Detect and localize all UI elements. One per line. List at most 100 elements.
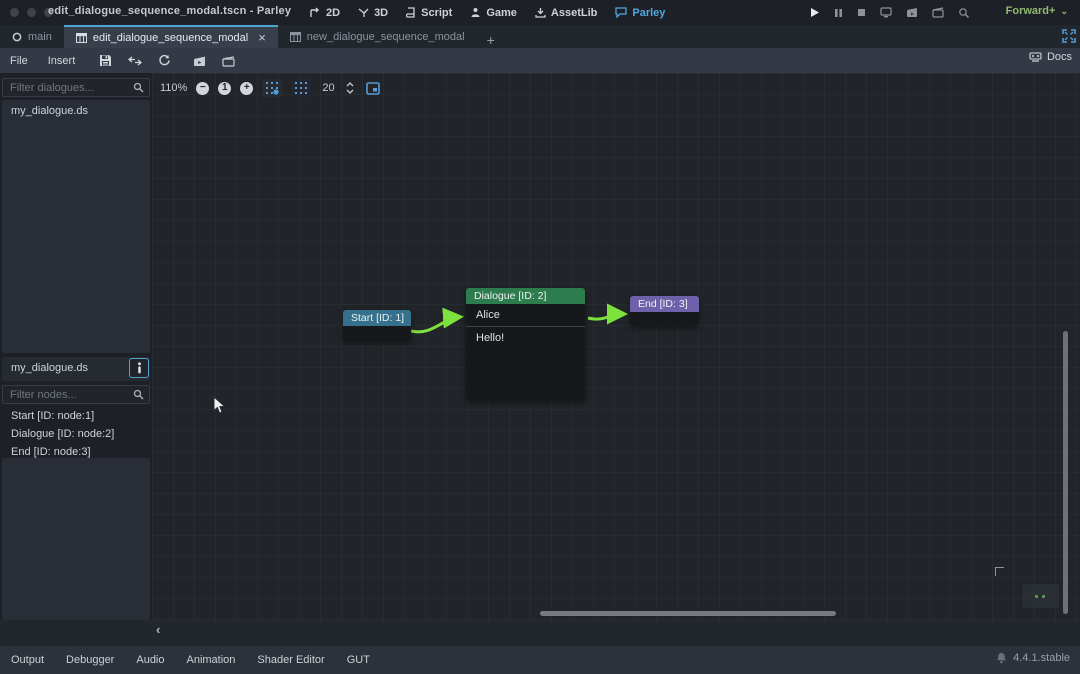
node-list-item-dialogue[interactable]: Dialogue [ID: node:2] bbox=[2, 425, 150, 443]
add-scene-tab-button[interactable]: + bbox=[477, 32, 505, 48]
save-button[interactable] bbox=[91, 54, 120, 67]
grid-toggle-button[interactable] bbox=[291, 79, 311, 97]
search-icon bbox=[133, 82, 145, 94]
record-dialogue-clapper-button[interactable] bbox=[214, 55, 243, 67]
tab-parley[interactable]: Parley bbox=[615, 7, 665, 19]
bottom-tab-animation[interactable]: Animation bbox=[176, 654, 247, 666]
search-icon bbox=[133, 389, 145, 401]
zoom-in-button[interactable]: + bbox=[240, 82, 253, 95]
close-window-icon[interactable] bbox=[10, 8, 19, 17]
docs-icon bbox=[1029, 51, 1042, 63]
node-body bbox=[343, 326, 411, 341]
graph-toolbar: 110% − 1 + 20 bbox=[160, 79, 383, 97]
minimize-window-icon[interactable] bbox=[27, 8, 36, 17]
parley-speech-bubble-icon bbox=[615, 7, 627, 18]
nodes-list: Start [ID: node:1] Dialogue [ID: node:2]… bbox=[2, 407, 150, 455]
dialogue-character: Alice bbox=[466, 304, 585, 327]
docs-button[interactable]: Docs bbox=[1029, 51, 1072, 63]
current-dialogue-row: my_dialogue.ds bbox=[2, 357, 150, 381]
window-title: edit_dialogue_sequence_modal.tscn - Parl… bbox=[48, 5, 291, 17]
zoom-reset-button[interactable]: 1 bbox=[218, 82, 231, 95]
renderer-dropdown[interactable]: Forward+ ⌄ bbox=[1006, 5, 1068, 17]
play-button[interactable] bbox=[810, 7, 820, 18]
close-tab-icon[interactable]: × bbox=[258, 30, 266, 45]
3d-icon bbox=[358, 7, 369, 18]
tab-script[interactable]: Script bbox=[406, 7, 452, 19]
insert-menu[interactable]: Insert bbox=[38, 55, 86, 67]
tab-2d[interactable]: 2D bbox=[310, 7, 340, 19]
horizontal-scrollbar[interactable] bbox=[540, 611, 836, 616]
test-dialogue-button[interactable] bbox=[120, 55, 150, 67]
refresh-button[interactable] bbox=[150, 54, 179, 67]
filter-dialogues-input[interactable] bbox=[2, 78, 150, 97]
snap-toggle-button[interactable] bbox=[262, 79, 282, 97]
bottom-tab-gut[interactable]: GUT bbox=[336, 654, 381, 666]
node-title: End [ID: 3] bbox=[630, 296, 699, 312]
2d-icon bbox=[310, 7, 321, 18]
editor-main-screen-buttons: 2D 3D Script Game AssetLib Parley bbox=[310, 0, 665, 25]
movie-maker-button[interactable] bbox=[906, 7, 918, 18]
panel-grid-icon bbox=[76, 33, 87, 43]
chevron-down-icon: ⌄ bbox=[1060, 6, 1068, 17]
graph-minimap[interactable] bbox=[1022, 584, 1059, 608]
minimap-toggle-button[interactable] bbox=[363, 79, 383, 97]
parley-toolbar: File Insert bbox=[0, 48, 1080, 73]
node-detail-panel bbox=[2, 458, 150, 635]
node-title: Dialogue [ID: 2] bbox=[466, 288, 585, 304]
scene-tab-bar: main edit_dialogue_sequence_modal × new_… bbox=[0, 25, 1080, 48]
godot-editor-window: edit_dialogue_sequence_modal.tscn - Parl… bbox=[0, 0, 1080, 674]
tab-game[interactable]: Game bbox=[470, 7, 517, 19]
snap-distance-value[interactable]: 20 bbox=[322, 82, 334, 94]
node-body-spacer bbox=[466, 349, 585, 401]
title-bar: edit_dialogue_sequence_modal.tscn - Parl… bbox=[0, 0, 1080, 25]
mouse-cursor bbox=[213, 396, 226, 415]
dialogues-list: my_dialogue.ds bbox=[2, 100, 150, 353]
tab-assetlib[interactable]: AssetLib bbox=[535, 7, 597, 19]
stop-button[interactable] bbox=[857, 8, 866, 17]
profiler-button[interactable] bbox=[958, 7, 970, 19]
dialogue-text: Hello! bbox=[466, 327, 585, 349]
pause-button[interactable] bbox=[834, 8, 843, 18]
node-title: Start [ID: 1] bbox=[343, 310, 411, 326]
distraction-free-mode-button[interactable] bbox=[1062, 29, 1076, 43]
graph-node-start[interactable]: Start [ID: 1] bbox=[343, 310, 411, 341]
tab-3d[interactable]: 3D bbox=[358, 7, 388, 19]
zoom-level-label: 110% bbox=[160, 82, 187, 94]
bottom-tab-output[interactable]: Output bbox=[0, 654, 55, 666]
zoom-out-button[interactable]: − bbox=[196, 82, 209, 95]
scene-tab-edit-dialogue-sequence-modal[interactable]: edit_dialogue_sequence_modal × bbox=[64, 25, 278, 48]
graph-connections bbox=[152, 73, 1080, 620]
script-icon bbox=[406, 7, 416, 18]
dialogue-list-item[interactable]: my_dialogue.ds bbox=[2, 100, 150, 122]
snap-distance-stepper[interactable] bbox=[346, 82, 354, 94]
bottom-tab-audio[interactable]: Audio bbox=[125, 654, 175, 666]
filter-nodes-input[interactable] bbox=[2, 385, 150, 404]
version-info-button[interactable]: 4.4.1.stable bbox=[996, 652, 1070, 664]
parley-sidebar: my_dialogue.ds my_dialogue.ds Start [ID:… bbox=[0, 73, 152, 637]
bottom-tab-shader-editor[interactable]: Shader Editor bbox=[246, 654, 335, 666]
notification-bell-icon bbox=[996, 652, 1007, 664]
graph-node-end[interactable]: End [ID: 3] bbox=[630, 296, 699, 326]
vertical-scrollbar[interactable] bbox=[1063, 331, 1068, 614]
panel-grid-icon bbox=[290, 32, 301, 42]
collapse-sidebar-button[interactable]: ‹ bbox=[156, 622, 160, 637]
graph-node-dialogue[interactable]: Dialogue [ID: 2] Alice Hello! bbox=[466, 288, 585, 401]
graph-canvas[interactable]: 110% − 1 + 20 bbox=[152, 73, 1080, 620]
scene-tab-main[interactable]: main bbox=[0, 25, 64, 48]
movie-writer-button[interactable] bbox=[932, 7, 944, 18]
selection-corner-marker bbox=[995, 567, 1004, 576]
node-body: Alice Hello! bbox=[466, 304, 585, 401]
dialogue-info-button[interactable] bbox=[129, 358, 149, 378]
bottom-panel-strip bbox=[0, 620, 1080, 646]
node-circle-icon bbox=[12, 32, 22, 42]
assetlib-icon bbox=[535, 7, 546, 18]
scene-tab-new-dialogue-sequence-modal[interactable]: new_dialogue_sequence_modal bbox=[278, 25, 477, 48]
node-list-item-start[interactable]: Start [ID: node:1] bbox=[2, 407, 150, 425]
bottom-dock-bar: Output Debugger Audio Animation Shader E… bbox=[0, 646, 1080, 674]
play-dialogue-clapper-button[interactable] bbox=[185, 55, 214, 67]
file-menu[interactable]: File bbox=[0, 55, 38, 67]
window-controls[interactable] bbox=[10, 8, 53, 17]
playback-controls bbox=[810, 0, 970, 25]
remote-debug-button[interactable] bbox=[880, 7, 892, 18]
bottom-tab-debugger[interactable]: Debugger bbox=[55, 654, 125, 666]
